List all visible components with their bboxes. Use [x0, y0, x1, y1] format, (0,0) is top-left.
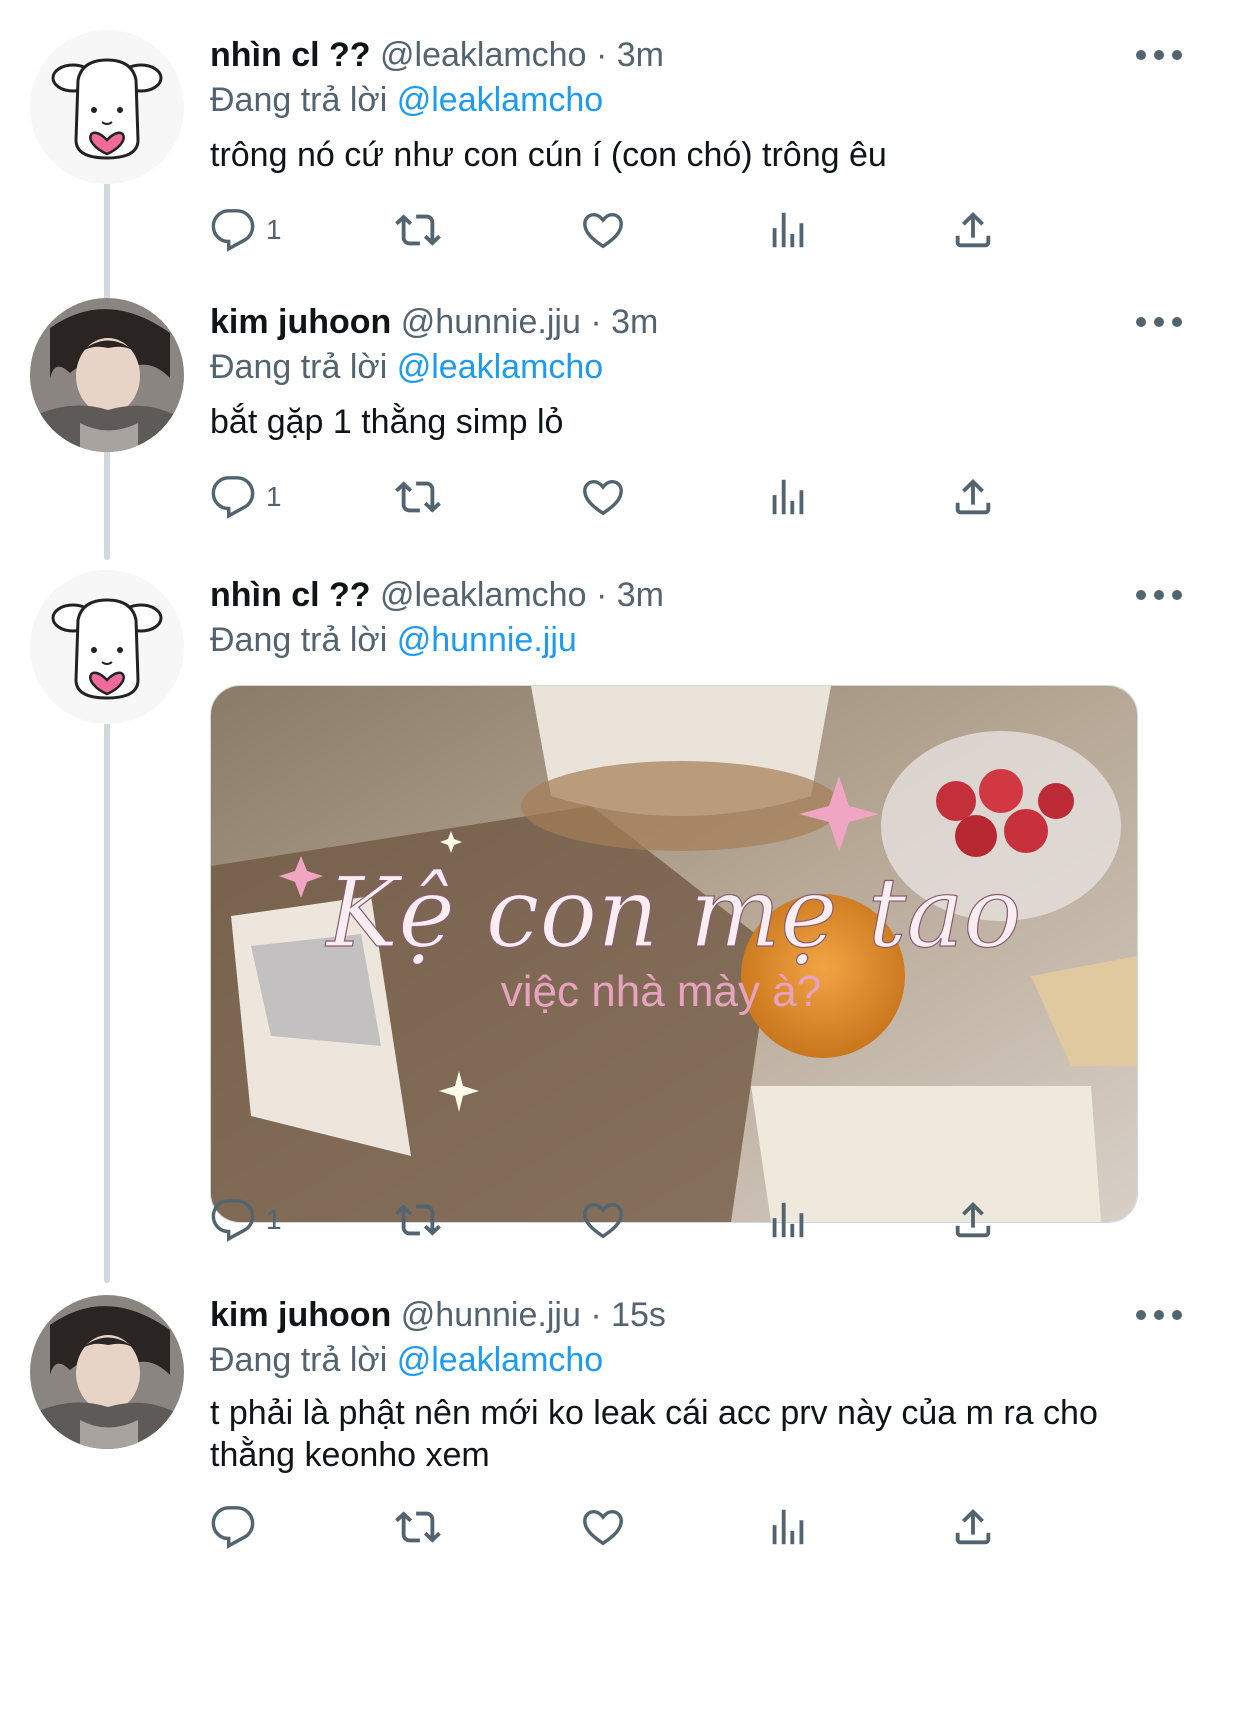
retweet-icon: [395, 214, 441, 246]
views-button[interactable]: [765, 205, 811, 255]
photo-avatar[interactable]: [30, 1295, 184, 1449]
display-name[interactable]: nhìn cl ??: [210, 36, 371, 74]
reply-count: 1: [266, 481, 282, 512]
timestamp[interactable]: 15s: [611, 1296, 666, 1334]
photo-avatar[interactable]: [30, 298, 184, 452]
timestamp[interactable]: 3m: [611, 303, 658, 341]
tweet[interactable]: nhìn cl ?? @leaklamcho · 3m Đang trả lời…: [0, 0, 1242, 280]
retweet-button[interactable]: [395, 205, 441, 255]
tweet[interactable]: kim juhoon @hunnie.jju · 3m Đang trả lời…: [0, 280, 1242, 560]
more-icon[interactable]: [1136, 575, 1182, 615]
like-button[interactable]: [580, 1502, 626, 1552]
display-name[interactable]: nhìn cl ??: [210, 576, 371, 614]
heart-icon: [583, 1509, 623, 1546]
display-name[interactable]: kim juhoon: [210, 303, 391, 341]
retweet-button[interactable]: [395, 1195, 441, 1245]
timestamp[interactable]: 3m: [617, 36, 664, 74]
bar-chart-icon: [772, 479, 804, 515]
action-bar: [210, 1502, 1090, 1552]
retweet-button[interactable]: [395, 1502, 441, 1552]
reply-button[interactable]: 1: [210, 205, 282, 255]
bar-chart-icon: [772, 1202, 804, 1238]
share-icon: [955, 1508, 991, 1545]
separator-dot: ·: [595, 576, 608, 614]
like-button[interactable]: [580, 472, 626, 522]
share-button[interactable]: [950, 205, 996, 255]
retweet-icon: [395, 1511, 441, 1543]
mention-link[interactable]: @leaklamcho: [397, 1341, 604, 1379]
reply-count: 1: [266, 214, 282, 245]
bar-chart-icon: [772, 212, 804, 248]
tweet-text: bắt gặp 1 thằng simp lỏ: [210, 403, 564, 441]
user-handle[interactable]: @hunnie.jju: [401, 1296, 581, 1334]
mention-link[interactable]: @hunnie.jju: [397, 621, 577, 659]
tweet-text: trông nó cứ như con cún í (con chó) trôn…: [210, 136, 887, 174]
reply-count: 1: [266, 1204, 282, 1235]
tweet-header: nhìn cl ?? @leaklamcho · 3m: [210, 35, 664, 75]
heart-icon: [583, 1202, 623, 1239]
replying-to: Đang trả lời @leaklamcho: [210, 1340, 603, 1380]
media-title-text: Kệ con mẹ tao: [325, 857, 1022, 969]
media-image[interactable]: Kệ con mẹ tao việc nhà mày à?: [210, 685, 1138, 1223]
tweet-header: kim juhoon @hunnie.jju · 3m: [210, 302, 658, 342]
replying-to-label: Đang trả lời: [210, 81, 388, 119]
views-button[interactable]: [765, 472, 811, 522]
more-icon[interactable]: [1136, 302, 1182, 342]
replying-to-label: Đang trả lời: [210, 621, 388, 659]
reply-button[interactable]: 1: [210, 472, 282, 522]
retweet-icon: [395, 481, 441, 513]
separator-dot: ·: [590, 1296, 602, 1334]
retweet-button[interactable]: [395, 472, 441, 522]
action-bar: 1: [210, 472, 1090, 522]
heart-icon: [583, 212, 623, 249]
views-button[interactable]: [765, 1195, 811, 1245]
puppy-avatar[interactable]: [30, 570, 184, 724]
views-button[interactable]: [765, 1502, 811, 1552]
retweet-icon: [395, 1204, 441, 1236]
separator-dot: ·: [595, 36, 608, 74]
mention-link[interactable]: @leaklamcho: [397, 348, 604, 386]
like-button[interactable]: [580, 205, 626, 255]
puppy-avatar[interactable]: [30, 30, 184, 184]
reply-icon: [211, 1506, 255, 1549]
share-button[interactable]: [950, 472, 996, 522]
separator-dot: ·: [590, 303, 602, 341]
heart-icon: [583, 479, 623, 516]
tweet-header: nhìn cl ?? @leaklamcho · 3m: [210, 575, 664, 615]
share-button[interactable]: [950, 1195, 996, 1245]
media-subtitle-text: việc nhà mày à?: [501, 967, 821, 1016]
replying-to: Đang trả lời @leaklamcho: [210, 80, 603, 120]
share-button[interactable]: [950, 1502, 996, 1552]
user-handle[interactable]: @leaklamcho: [380, 36, 587, 74]
reply-icon: [211, 1199, 255, 1242]
share-icon: [955, 211, 991, 248]
replying-to: Đang trả lời @leaklamcho: [210, 347, 603, 387]
replying-to: Đang trả lời @hunnie.jju: [210, 620, 577, 660]
replying-to-label: Đang trả lời: [210, 348, 388, 386]
reply-icon: [211, 209, 255, 252]
share-icon: [955, 1201, 991, 1238]
timestamp[interactable]: 3m: [617, 576, 664, 614]
tweet[interactable]: kim juhoon @hunnie.jju · 15s Đang trả lờ…: [0, 1280, 1242, 1726]
action-bar: 1: [210, 1195, 1090, 1245]
tweet[interactable]: nhìn cl ?? @leaklamcho · 3m Đang trả lời…: [0, 560, 1242, 1280]
user-handle[interactable]: @leaklamcho: [380, 576, 587, 614]
replying-to-label: Đang trả lời: [210, 1341, 388, 1379]
more-icon[interactable]: [1136, 35, 1182, 75]
reply-button[interactable]: 1: [210, 1195, 282, 1245]
like-button[interactable]: [580, 1195, 626, 1245]
reply-icon: [211, 476, 255, 519]
mention-link[interactable]: @leaklamcho: [397, 81, 604, 119]
reply-button[interactable]: [210, 1502, 266, 1552]
more-icon[interactable]: [1136, 1295, 1182, 1335]
bar-chart-icon: [772, 1509, 804, 1545]
display-name[interactable]: kim juhoon: [210, 1296, 391, 1334]
tweet-text: t phải là phật nên mới ko leak cái acc p…: [210, 1394, 1098, 1474]
share-icon: [955, 478, 991, 515]
action-bar: 1: [210, 205, 1090, 255]
user-handle[interactable]: @hunnie.jju: [401, 303, 581, 341]
tweet-header: kim juhoon @hunnie.jju · 15s: [210, 1295, 666, 1335]
